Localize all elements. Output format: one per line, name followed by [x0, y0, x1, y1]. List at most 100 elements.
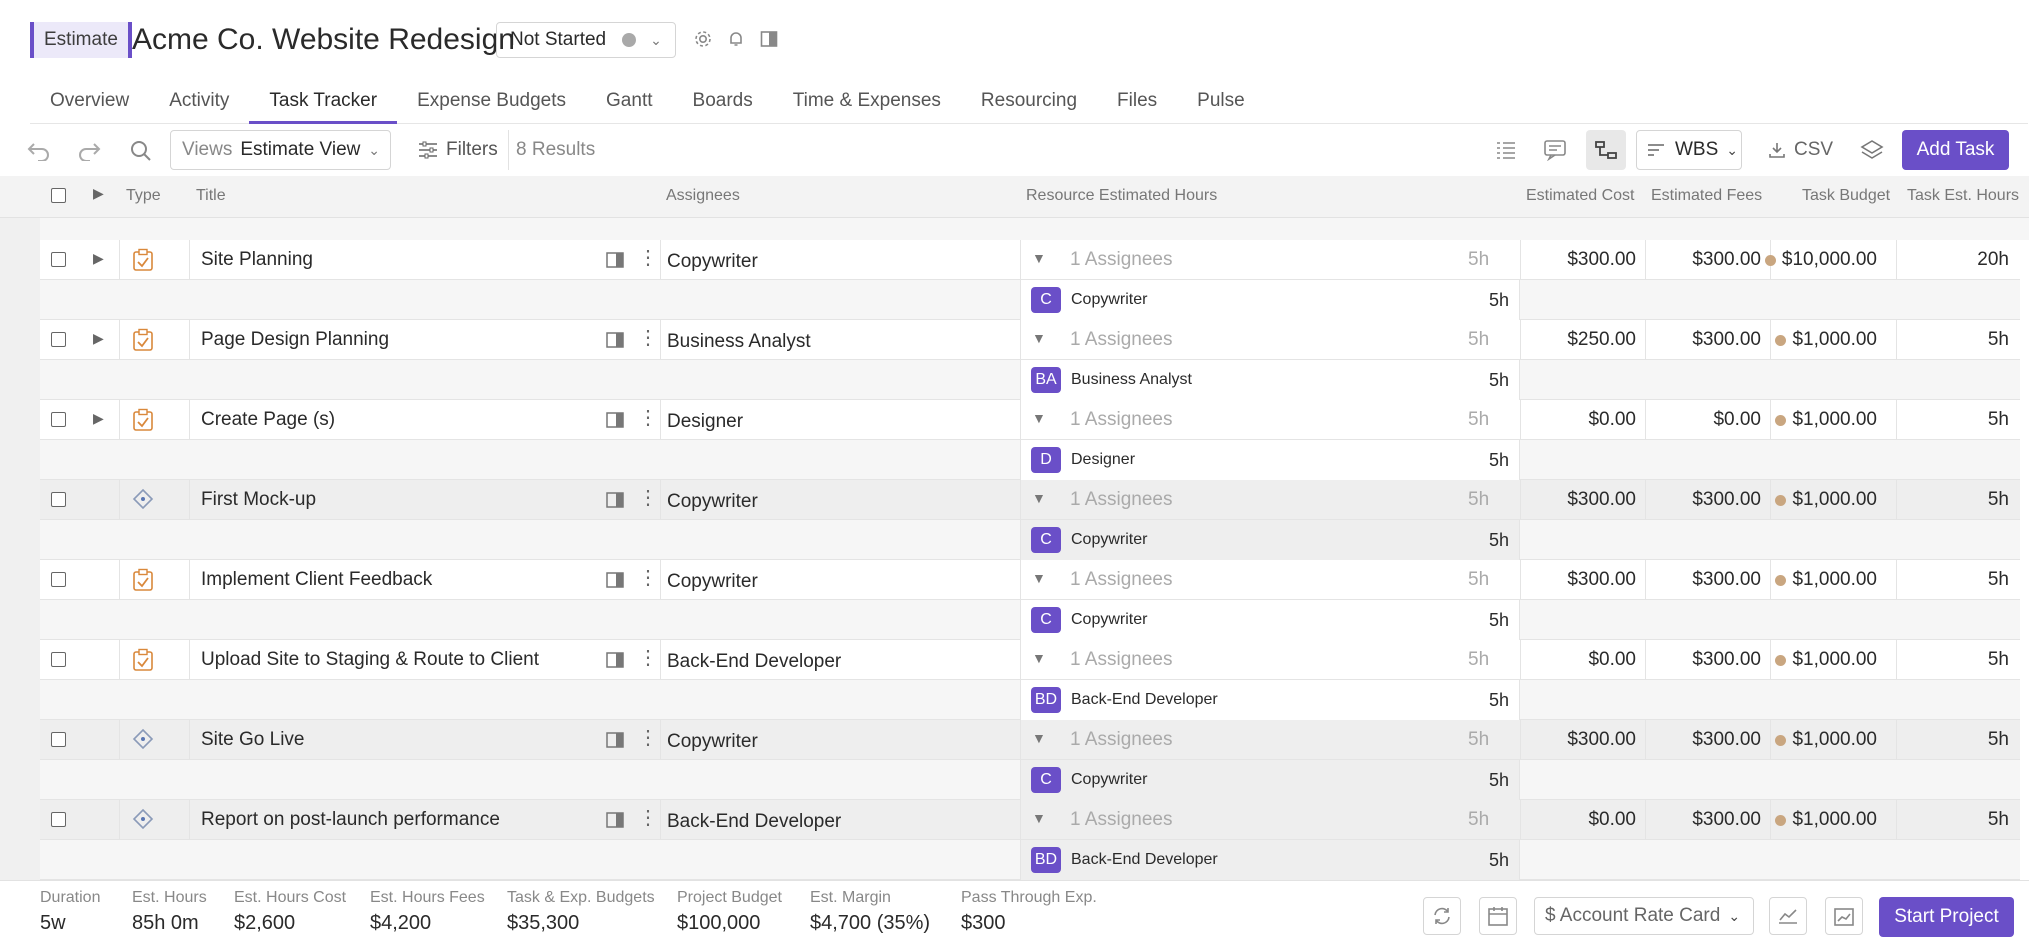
more-options-icon[interactable]: ⋮ [638, 728, 658, 748]
task-est-hours[interactable]: 5h [1988, 640, 2009, 680]
open-panel-icon[interactable] [606, 252, 624, 273]
resource-assignment[interactable]: C Copywriter 5h [1020, 600, 1520, 640]
col-task-est-hours[interactable]: Task Est. Hours [1907, 187, 2019, 205]
task-title[interactable]: Implement Client Feedback [201, 560, 432, 600]
list-view-icon[interactable] [1489, 133, 1523, 167]
collapse-assignees-icon[interactable]: ▼ [1032, 250, 1046, 266]
task-budget[interactable]: $1,000.00 [1792, 489, 1877, 511]
resource-assignment[interactable]: C Copywriter 5h [1020, 280, 1520, 320]
task-row[interactable]: ▶ Site Planning ⋮ Copywriter ▼ 1 Assignees 5h $… [40, 240, 2020, 280]
tab-files[interactable]: Files [1097, 80, 1177, 124]
more-options-icon[interactable]: ⋮ [638, 648, 658, 668]
start-project-button[interactable]: Start Project [1879, 897, 2014, 937]
task-budget[interactable]: $1,000.00 [1792, 329, 1877, 351]
tab-boards[interactable]: Boards [673, 80, 773, 124]
col-est-cost[interactable]: Estimated Cost [1526, 187, 1634, 205]
resource-assignment[interactable]: BD Back-End Developer 5h [1020, 840, 1520, 880]
task-row[interactable]: Site Go Live ⋮ Copywriter ▼ 1 Assignees 5h $30… [40, 720, 2020, 760]
csv-export-button[interactable]: CSV [1768, 130, 1833, 170]
resource-hours[interactable]: 5h [1489, 850, 1509, 871]
task-row[interactable]: ▶ Create Page (s) ⋮ Designer ▼ 1 Assignees 5h $… [40, 400, 2020, 440]
task-est-hours[interactable]: 5h [1988, 560, 2009, 600]
resource-assignment[interactable]: C Copywriter 5h [1020, 520, 1520, 560]
row-checkbox[interactable] [51, 812, 66, 827]
add-task-button[interactable]: Add Task [1902, 130, 2009, 170]
task-est-hours[interactable]: 5h [1988, 480, 2009, 520]
resource-hours[interactable]: 5h [1489, 290, 1509, 311]
row-checkbox[interactable] [51, 412, 66, 427]
task-row[interactable]: Report on post-launch performance ⋮ Back-E… [40, 800, 2020, 840]
more-options-icon[interactable]: ⋮ [638, 408, 658, 428]
gear-icon[interactable] [690, 26, 716, 52]
open-panel-icon[interactable] [606, 732, 624, 753]
task-budget[interactable]: $10,000.00 [1782, 249, 1877, 271]
expand-row-icon[interactable]: ▶ [93, 410, 104, 427]
open-panel-icon[interactable] [606, 412, 624, 433]
collapse-assignees-icon[interactable]: ▼ [1032, 810, 1046, 826]
task-est-hours[interactable]: 5h [1988, 320, 2009, 360]
side-panel-icon[interactable] [756, 26, 782, 52]
col-title[interactable]: Title [196, 187, 226, 205]
tab-gantt[interactable]: Gantt [586, 80, 672, 124]
task-budget[interactable]: $1,000.00 [1792, 569, 1877, 591]
task-assignee[interactable]: Copywriter [667, 242, 758, 282]
task-row[interactable]: Upload Site to Staging & Route to Client… [40, 640, 2020, 680]
task-assignee[interactable]: Copywriter [667, 482, 758, 522]
task-assignee[interactable]: Business Analyst [667, 322, 811, 362]
more-options-icon[interactable]: ⋮ [638, 248, 658, 268]
collapse-assignees-icon[interactable]: ▼ [1032, 570, 1046, 586]
task-assignee[interactable]: Back-End Developer [667, 802, 841, 842]
views-dropdown[interactable]: Views Estimate View ⌄ [170, 130, 391, 170]
row-checkbox[interactable] [51, 332, 66, 347]
task-est-hours[interactable]: 5h [1988, 720, 2009, 760]
row-checkbox[interactable] [51, 652, 66, 667]
task-est-hours[interactable]: 5h [1988, 400, 2009, 440]
sort-dropdown[interactable]: WBS ⌄ [1636, 130, 1742, 170]
calendar-chart-icon[interactable] [1825, 897, 1863, 935]
tab-overview[interactable]: Overview [30, 80, 149, 124]
rate-card-dropdown[interactable]: $ Account Rate Card ⌄ [1534, 897, 1754, 935]
more-options-icon[interactable]: ⋮ [638, 488, 658, 508]
task-assignee[interactable]: Designer [667, 402, 743, 442]
task-assignee[interactable]: Copywriter [667, 562, 758, 602]
task-row[interactable]: First Mock-up ⋮ Copywriter ▼ 1 Assignees 5h $3… [40, 480, 2020, 520]
expand-row-icon[interactable]: ▶ [93, 330, 104, 347]
task-title[interactable]: Report on post-launch performance [201, 800, 500, 840]
task-title[interactable]: Create Page (s) [201, 400, 335, 440]
task-est-hours[interactable]: 5h [1988, 800, 2009, 840]
col-assignees[interactable]: Assignees [666, 187, 740, 205]
task-assignee[interactable]: Copywriter [667, 722, 758, 762]
row-checkbox[interactable] [51, 252, 66, 267]
collapse-assignees-icon[interactable]: ▼ [1032, 730, 1046, 746]
task-title[interactable]: Site Planning [201, 240, 313, 280]
task-budget[interactable]: $1,000.00 [1792, 729, 1877, 751]
task-assignee[interactable]: Back-End Developer [667, 642, 841, 682]
resource-hours[interactable]: 5h [1489, 770, 1509, 791]
task-row[interactable]: ▶ Page Design Planning ⋮ Business Analyst ▼ 1… [40, 320, 2020, 360]
open-panel-icon[interactable] [606, 652, 624, 673]
col-type[interactable]: Type [126, 187, 161, 205]
calendar-icon[interactable] [1479, 897, 1517, 935]
collapse-assignees-icon[interactable]: ▼ [1032, 650, 1046, 666]
open-panel-icon[interactable] [606, 492, 624, 513]
undo-icon[interactable] [22, 134, 56, 168]
sync-icon[interactable] [1423, 897, 1461, 935]
open-panel-icon[interactable] [606, 572, 624, 593]
resource-hours[interactable]: 5h [1489, 610, 1509, 631]
tab-pulse[interactable]: Pulse [1177, 80, 1265, 124]
tab-task-tracker[interactable]: Task Tracker [249, 80, 398, 124]
open-panel-icon[interactable] [606, 812, 624, 833]
task-title[interactable]: First Mock-up [201, 480, 316, 520]
resource-assignment[interactable]: D Designer 5h [1020, 440, 1520, 480]
task-title[interactable]: Upload Site to Staging & Route to Client [201, 640, 539, 680]
resource-hours[interactable]: 5h [1489, 690, 1509, 711]
tab-time-expenses[interactable]: Time & Expenses [773, 80, 961, 124]
task-budget[interactable]: $1,000.00 [1792, 649, 1877, 671]
more-options-icon[interactable]: ⋮ [638, 328, 658, 348]
collapse-assignees-icon[interactable]: ▼ [1032, 410, 1046, 426]
resource-hours[interactable]: 5h [1489, 370, 1509, 391]
expand-row-icon[interactable]: ▶ [93, 250, 104, 267]
task-budget[interactable]: $1,000.00 [1792, 409, 1877, 431]
resource-assignment[interactable]: BD Back-End Developer 5h [1020, 680, 1520, 720]
row-checkbox[interactable] [51, 492, 66, 507]
